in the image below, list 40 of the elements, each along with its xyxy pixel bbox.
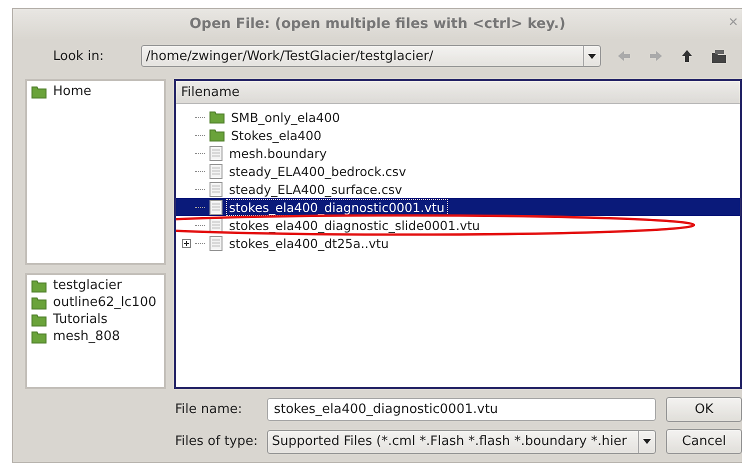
file-name-label: File name: — [175, 402, 244, 417]
folder-icon — [31, 330, 47, 344]
file-row[interactable]: steady_ELA400_surface.csv — [176, 180, 740, 198]
document-icon — [209, 182, 223, 196]
file-row[interactable]: stokes_ela400_diagnostic_slide0001.vtu — [176, 216, 740, 234]
document-icon — [209, 236, 223, 250]
up-arrow-icon[interactable] — [681, 49, 693, 63]
file-name-field[interactable]: stokes_ela400_diagnostic0001.vtu — [266, 398, 656, 421]
file-row[interactable]: stokes_ela400_dt25a..vtu — [176, 234, 740, 252]
file-row[interactable]: stokes_ela400_diagnostic0001.vtu — [176, 198, 740, 216]
document-icon — [209, 164, 223, 178]
window-title: Open File: (open multiple files with <ctrl> key.) — [190, 16, 566, 32]
recent-item[interactable]: Tutorials — [31, 311, 160, 328]
expand-icon[interactable] — [182, 238, 191, 248]
file-row[interactable]: Stokes_ela400 — [176, 126, 740, 144]
look-in-label: Look in: — [53, 48, 105, 64]
document-icon — [209, 200, 223, 214]
file-type-label: Files of type: — [175, 434, 259, 449]
file-type-dropdown[interactable]: Supported Files (*.cml *.Flash *.flash *.boundary *.hier — [266, 430, 656, 454]
folder-icon — [31, 312, 47, 326]
column-header[interactable]: Filename — [176, 81, 740, 104]
folder-icon — [209, 110, 225, 124]
dropdown-arrow-icon — [643, 439, 652, 444]
file-row[interactable]: SMB_only_ela400 — [176, 108, 740, 126]
new-folder-icon[interactable] — [711, 48, 727, 64]
path-dropdown[interactable]: /home/zwinger/Work/TestGlacier/testglacier/ — [141, 45, 601, 67]
cancel-button[interactable]: Cancel — [666, 429, 742, 454]
folder-icon — [31, 84, 47, 98]
ok-button[interactable]: OK — [666, 397, 742, 422]
file-row[interactable]: steady_ELA400_bedrock.csv — [176, 162, 740, 180]
dropdown-arrow-icon — [588, 54, 596, 58]
folder-icon — [209, 128, 225, 142]
places-item[interactable]: Home — [31, 83, 160, 100]
document-icon — [209, 146, 223, 160]
folder-icon — [31, 296, 47, 310]
folder-icon — [31, 278, 47, 292]
recent-item[interactable]: outline62_lc100 — [31, 294, 160, 311]
recent-item[interactable]: mesh_808 — [31, 328, 160, 345]
recent-item[interactable]: testglacier — [31, 277, 160, 294]
file-row[interactable]: mesh.boundary — [176, 144, 740, 162]
